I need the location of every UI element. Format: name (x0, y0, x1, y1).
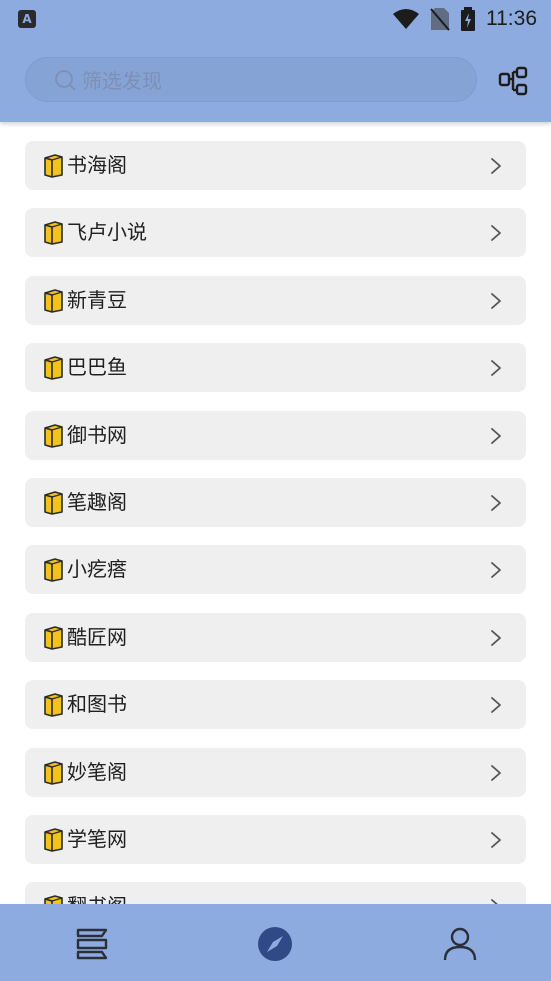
search-input[interactable]: 筛选发现 (25, 57, 477, 102)
no-sim-icon (430, 8, 450, 31)
list-item[interactable]: 妙笔阁 (25, 747, 526, 797)
book-icon (44, 895, 63, 904)
app-badge-icon: A (18, 10, 36, 28)
chevron-right-icon (491, 629, 501, 646)
list-item-label: 和图书 (67, 692, 127, 717)
list-item-label: 学笔网 (67, 827, 127, 851)
search-placeholder: 筛选发现 (82, 69, 162, 93)
bottom-navigation (0, 904, 551, 981)
list-item-label: 笔趣阁 (67, 490, 127, 514)
book-icon (44, 760, 63, 785)
book-icon (44, 154, 63, 178)
list-item-label: 御书网 (67, 422, 127, 447)
list-item-label: 新青豆 (67, 287, 127, 312)
list-item-label: 书海阁 (67, 153, 127, 177)
chevron-right-icon (491, 562, 501, 579)
list-item[interactable]: 新青豆 (25, 275, 526, 325)
book-icon (44, 356, 63, 380)
chevron-right-icon (491, 225, 501, 242)
top-app-bar: A 11:36 筛选发现 (0, 0, 551, 122)
chevron-right-icon (491, 832, 501, 848)
search-icon (55, 70, 76, 91)
chevron-right-icon (491, 427, 501, 444)
list-item[interactable]: 飞卢小说 (25, 208, 526, 258)
list-item[interactable]: 巴巴鱼 (25, 343, 526, 393)
chevron-right-icon (491, 495, 501, 511)
list-item-label: 巴巴鱼 (67, 355, 127, 380)
list-item[interactable]: 书海阁 (25, 141, 526, 190)
chevron-right-icon (491, 292, 501, 309)
status-icons: 11:36 (392, 6, 537, 32)
book-icon (44, 558, 63, 583)
list-item[interactable]: 小疙瘩 (25, 545, 526, 595)
list-item[interactable]: 翻书阁 (25, 882, 526, 904)
wifi-icon (393, 9, 419, 29)
chevron-right-icon (491, 697, 501, 714)
chevron-right-icon (491, 158, 501, 174)
battery-icon (461, 7, 475, 31)
chevron-right-icon (491, 360, 501, 377)
chevron-right-icon (491, 764, 501, 781)
user-icon[interactable] (440, 924, 480, 964)
bookshelf-icon[interactable] (72, 924, 112, 964)
list-item-label: 翻书阁 (67, 893, 127, 904)
list-item-label: 妙笔阁 (67, 759, 127, 784)
list-item[interactable]: 学笔网 (25, 815, 526, 864)
list-item-label: 酷匠网 (67, 624, 127, 649)
book-icon (44, 221, 63, 246)
list-item-label: 飞卢小说 (67, 220, 147, 245)
list-item[interactable]: 御书网 (25, 410, 526, 460)
source-list: 书海阁飞卢小说新青豆巴巴鱼御书网笔趣阁小疙瘩酷匠网和图书妙笔阁学笔网翻书阁 (0, 122, 551, 904)
book-icon (44, 828, 63, 852)
list-item-label: 小疙瘩 (67, 557, 127, 582)
book-icon (44, 693, 63, 717)
compass-icon[interactable] (255, 924, 295, 964)
layout-toggle-icon[interactable] (497, 64, 531, 98)
book-icon (44, 491, 63, 515)
book-icon (44, 423, 63, 448)
list-item[interactable]: 笔趣阁 (25, 478, 526, 527)
list-item[interactable]: 和图书 (25, 680, 526, 730)
status-time: 11:36 (486, 7, 537, 30)
book-icon (44, 288, 63, 313)
book-icon (44, 625, 63, 650)
list-item[interactable]: 酷匠网 (25, 612, 526, 662)
status-bar: A 11:36 (0, 0, 551, 38)
